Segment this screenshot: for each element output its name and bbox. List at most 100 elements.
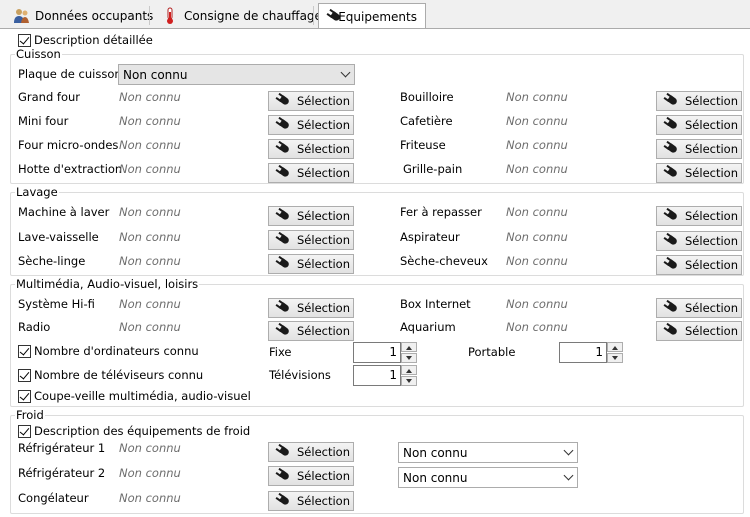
refrigerateur-2-value: Non connu (119, 466, 181, 480)
stepper-up-icon[interactable] (401, 365, 417, 375)
bouilloire-label: Bouilloire (400, 90, 454, 104)
ordinateurs-connu-checkbox[interactable] (18, 345, 31, 358)
friteuse-value: Non connu (506, 138, 568, 152)
refrigerateur-2-selection-button[interactable]: Sélection (268, 466, 354, 486)
radio-selection-button[interactable]: Sélection (268, 321, 354, 341)
button-label: Sélection (297, 118, 350, 132)
button-label: Sélection (685, 209, 738, 223)
machine-a-laver-label: Machine à laver (18, 205, 110, 219)
stepper-down-icon[interactable] (607, 353, 623, 363)
plaque-cuisson-label: Plaque de cuisson (18, 67, 122, 81)
mini-four-selection-button[interactable]: Sélection (268, 115, 354, 135)
fixe-label: Fixe (269, 345, 292, 359)
congelateur-selection-button[interactable]: Sélection (268, 491, 354, 511)
plug-icon (277, 468, 293, 484)
cafetiere-selection-button[interactable]: Sélection (656, 115, 742, 135)
coupe-veille-checkbox[interactable] (18, 390, 31, 403)
stepper-down-icon[interactable] (401, 353, 417, 363)
televisions-label: Télévisions (269, 368, 331, 382)
description-detaillee-checkbox[interactable] (18, 34, 31, 47)
button-label: Sélection (297, 233, 350, 247)
hotte-extraction-selection-button[interactable]: Sélection (268, 163, 354, 183)
stepper-down-icon[interactable] (401, 376, 417, 386)
refrigerateur-1-select[interactable]: Non connu (398, 442, 578, 463)
fixe-stepper[interactable]: 1 (353, 342, 417, 363)
button-label: Sélection (685, 324, 738, 338)
stepper-buttons (401, 342, 417, 363)
plug-icon (665, 93, 681, 109)
plug-icon (277, 493, 293, 509)
bouilloire-value: Non connu (506, 90, 568, 104)
plug-icon (277, 141, 293, 157)
plug-icon (277, 256, 293, 272)
aspirateur-selection-button[interactable]: Sélection (656, 231, 742, 251)
friteuse-selection-button[interactable]: Sélection (656, 139, 742, 159)
portable-stepper[interactable]: 1 (559, 342, 623, 363)
box-internet-selection-button[interactable]: Sélection (656, 298, 742, 318)
group-title-multimedia: Multimédia, Audio-visuel, loisirs (15, 277, 200, 291)
four-micro-ondes-value: Non connu (119, 138, 181, 152)
portable-label: Portable (468, 345, 516, 359)
plug-icon (277, 117, 293, 133)
button-label: Sélection (297, 494, 350, 508)
aquarium-selection-button[interactable]: Sélection (656, 321, 742, 341)
plug-icon (665, 208, 681, 224)
bouilloire-selection-button[interactable]: Sélection (656, 91, 742, 111)
tab-bar: Données occupants Consigne de chauffage … (0, 0, 750, 29)
select-value: Non connu (123, 67, 188, 82)
plaque-cuisson-select[interactable]: Non connu (118, 64, 355, 85)
grille-pain-selection-button[interactable]: Sélection (656, 163, 742, 183)
coupe-veille-label: Coupe-veille multimédia, audio-visuel (34, 389, 251, 403)
lave-vaisselle-label: Lave-vaisselle (18, 230, 99, 244)
refrigerateur-2-select[interactable]: Non connu (398, 467, 578, 488)
plug-icon (327, 8, 333, 26)
stepper-value: 1 (389, 345, 397, 359)
four-micro-ondes-selection-button[interactable]: Sélection (268, 139, 354, 159)
tab-label: Données occupants (35, 9, 154, 23)
televisions-stepper[interactable]: 1 (353, 365, 417, 386)
button-label: Sélection (297, 94, 350, 108)
plug-icon (665, 141, 681, 157)
plug-icon (665, 257, 681, 273)
refrigerateur-1-selection-button[interactable]: Sélection (268, 442, 354, 462)
tab-donnees-occupants[interactable]: Données occupants (4, 4, 161, 28)
televiseurs-connu-checkbox[interactable] (18, 369, 31, 382)
refrigerateur-2-label: Réfrigérateur 2 (18, 466, 106, 480)
plug-icon (665, 300, 681, 316)
froid-description-checkbox[interactable] (18, 425, 31, 438)
plug-icon (277, 93, 293, 109)
machine-a-laver-selection-button[interactable]: Sélection (268, 206, 354, 226)
tab-consigne-chauffage[interactable]: Consigne de chauffage (153, 4, 330, 28)
button-label: Sélection (297, 142, 350, 156)
group-title-lavage: Lavage (15, 185, 59, 199)
stepper-up-icon[interactable] (607, 342, 623, 352)
plug-icon (277, 165, 293, 181)
tab-separator (313, 6, 314, 25)
thermometer-icon (161, 7, 179, 25)
plug-icon (277, 300, 293, 316)
select-value: Non connu (403, 445, 468, 460)
seche-linge-selection-button[interactable]: Sélection (268, 254, 354, 274)
aquarium-label: Aquarium (400, 320, 456, 334)
seche-cheveux-selection-button[interactable]: Sélection (656, 255, 742, 275)
seche-linge-value: Non connu (119, 254, 181, 268)
grand-four-selection-button[interactable]: Sélection (268, 91, 354, 111)
systeme-hifi-selection-button[interactable]: Sélection (268, 298, 354, 318)
button-label: Sélection (685, 234, 738, 248)
systeme-hifi-label: Système Hi-fi (18, 297, 95, 311)
lave-vaisselle-selection-button[interactable]: Sélection (268, 230, 354, 250)
plug-icon (665, 165, 681, 181)
stepper-buttons (401, 365, 417, 386)
button-label: Sélection (685, 301, 738, 315)
plug-icon (277, 444, 293, 460)
button-label: Sélection (297, 301, 350, 315)
stepper-up-icon[interactable] (401, 342, 417, 352)
radio-label: Radio (18, 320, 51, 334)
description-detaillee-label: Description détaillée (34, 33, 153, 47)
ordinateurs-connu-label: Nombre d'ordinateurs connu (34, 344, 199, 358)
button-label: Sélection (685, 94, 738, 108)
tab-equipements[interactable]: Equipements (318, 3, 426, 29)
fer-a-repasser-selection-button[interactable]: Sélection (656, 206, 742, 226)
cafetiere-label: Cafetière (400, 114, 453, 128)
tab-separator (149, 6, 150, 25)
